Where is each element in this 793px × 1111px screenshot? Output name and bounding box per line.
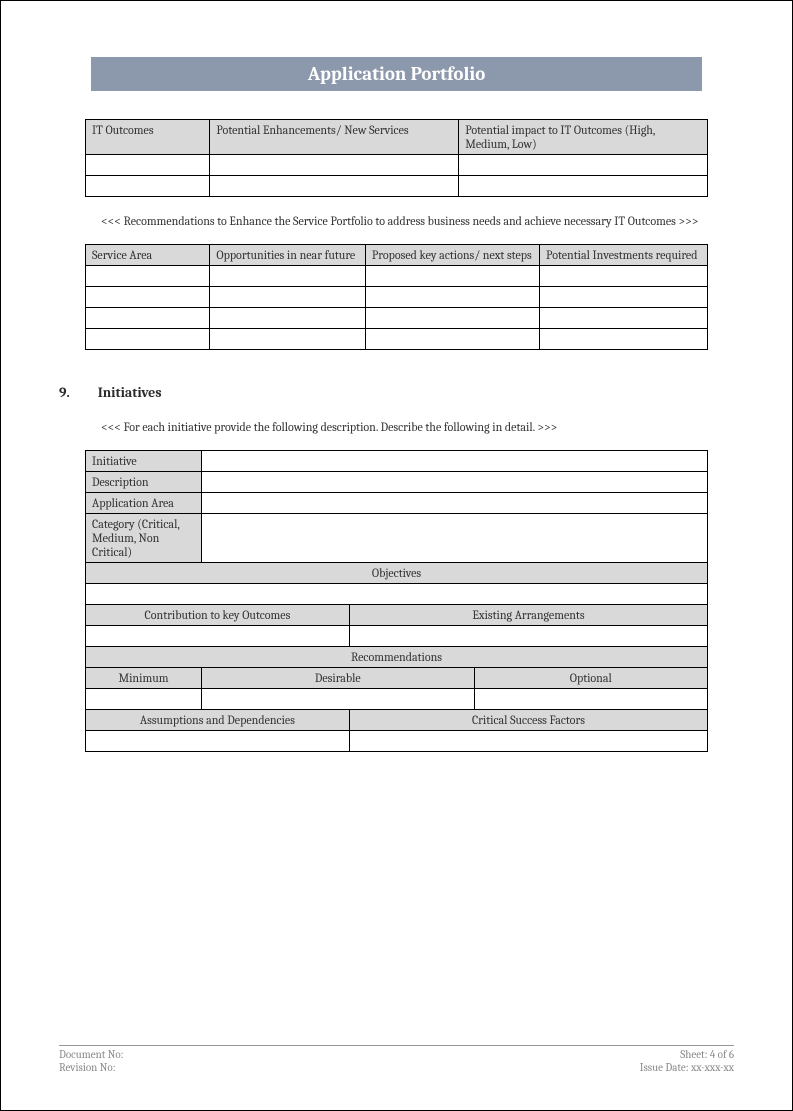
row-csf: Critical Success Factors — [349, 709, 707, 730]
section-number: 9. — [59, 384, 70, 401]
section-title: Initiatives — [98, 384, 162, 401]
footer-sheet: Sheet: 4 of 6 — [640, 1048, 734, 1061]
row-app-area: Application Area — [86, 492, 202, 513]
outcomes-table: IT Outcomes Potential Enhancements/ New … — [85, 119, 708, 197]
th-impact: Potential impact to IT Outcomes (High, M… — [459, 120, 708, 155]
page-footer: Document No: Revision No: Sheet: 4 of 6 … — [59, 1045, 734, 1074]
footer-rev-no: Revision No: — [59, 1061, 124, 1074]
row-desirable: Desirable — [202, 667, 475, 688]
th-service-area: Service Area — [86, 244, 210, 265]
row-optional: Optional — [474, 667, 707, 688]
table-row — [86, 286, 708, 307]
row-contribution: Contribution to key Outcomes — [86, 604, 350, 625]
row-initiative: Initiative — [86, 450, 202, 471]
page-title: Application Portfolio — [91, 57, 702, 91]
footer-issue-date: Issue Date: xx-xxx-xx — [640, 1061, 734, 1074]
row-minimum: Minimum — [86, 667, 202, 688]
row-recommendations: Recommendations — [86, 646, 708, 667]
initiative-table: Initiative Description Application Area … — [85, 450, 708, 752]
section-9-heading: 9. Initiatives — [59, 384, 734, 401]
th-opportunities: Opportunities in near future — [210, 244, 366, 265]
th-actions: Proposed key actions/ next steps — [365, 244, 539, 265]
recommendations-note: <<< Recommendations to Enhance the Servi… — [101, 213, 708, 230]
row-existing: Existing Arrangements — [349, 604, 707, 625]
th-enhancements: Potential Enhancements/ New Services — [210, 120, 459, 155]
initiative-note: <<< For each initiative provide the foll… — [101, 419, 708, 436]
service-portfolio-table: Service Area Opportunities in near futur… — [85, 244, 708, 350]
row-assumptions: Assumptions and Dependencies — [86, 709, 350, 730]
table-row — [86, 155, 708, 176]
table-row — [86, 265, 708, 286]
table-row — [86, 328, 708, 349]
table-row — [86, 176, 708, 197]
th-investments: Potential Investments required — [540, 244, 708, 265]
table-row — [86, 307, 708, 328]
row-objectives: Objectives — [86, 562, 708, 583]
row-category: Category (Critical, Medium, Non Critical… — [86, 513, 202, 562]
footer-doc-no: Document No: — [59, 1048, 124, 1061]
row-description: Description — [86, 471, 202, 492]
th-it-outcomes: IT Outcomes — [86, 120, 210, 155]
